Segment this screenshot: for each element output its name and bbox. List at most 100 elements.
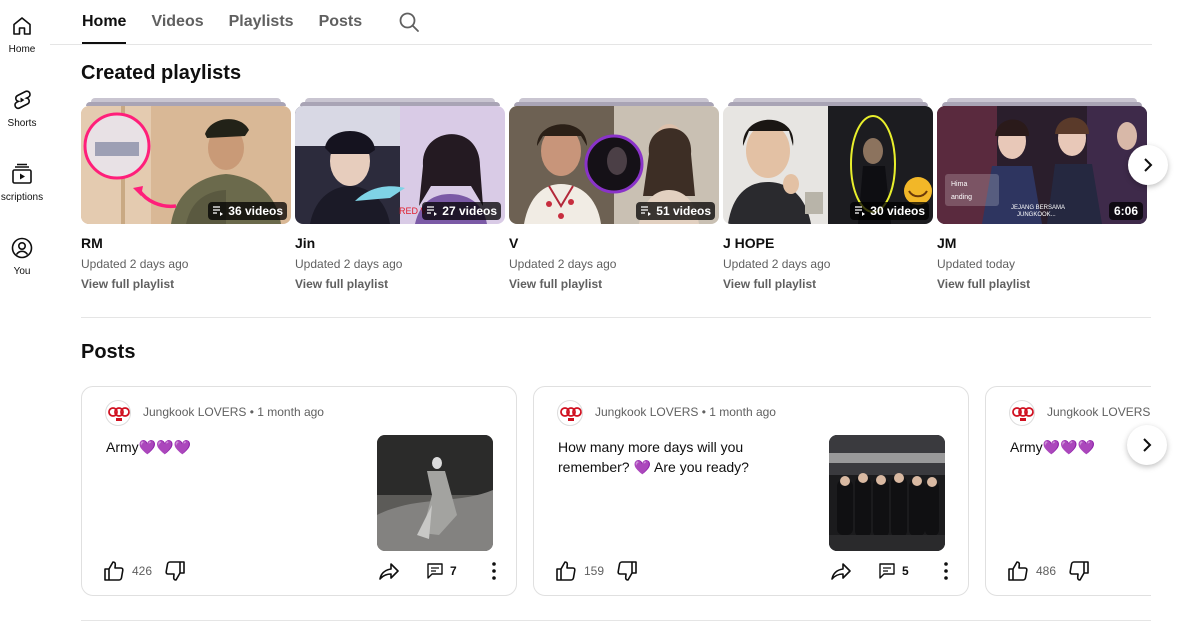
view-full-playlist-link[interactable]: View full playlist bbox=[937, 277, 1030, 291]
section-divider bbox=[81, 317, 1151, 318]
comments-button[interactable]: 7 bbox=[426, 562, 457, 580]
comments-button[interactable]: 5 bbox=[878, 562, 909, 580]
playlist-icon bbox=[641, 206, 652, 216]
badge-text: 36 videos bbox=[228, 204, 283, 218]
playlist-icon bbox=[855, 206, 866, 216]
created-playlists-title: Created playlists bbox=[81, 62, 242, 84]
video-count-badge: 30 videos bbox=[850, 202, 929, 220]
section-divider bbox=[81, 620, 1151, 621]
view-full-playlist-link[interactable]: View full playlist bbox=[295, 277, 388, 291]
sidebar-item-subscriptions[interactable]: scriptions bbox=[0, 148, 52, 208]
svg-text:Hima: Hima bbox=[951, 181, 967, 188]
search-icon[interactable] bbox=[397, 10, 421, 34]
post-actions: 159 5 bbox=[554, 559, 948, 583]
playlist-thumbnail[interactable]: RED V 27 videos bbox=[295, 106, 505, 224]
posts-next-button[interactable] bbox=[1127, 425, 1167, 465]
playlist-icon bbox=[427, 206, 438, 216]
duration-badge: 6:06 bbox=[1108, 202, 1143, 220]
home-icon bbox=[13, 17, 31, 35]
badge-text: 27 videos bbox=[442, 204, 497, 218]
shorts-icon bbox=[14, 90, 31, 110]
playlist-title[interactable]: Jin bbox=[295, 235, 315, 251]
sidebar-item-shorts[interactable]: Shorts bbox=[0, 74, 52, 134]
more-actions-button[interactable] bbox=[934, 559, 958, 583]
post-card[interactable]: Jungkook LOVERS • 1 month ago Army💜💜💜 42… bbox=[81, 386, 517, 596]
dislike-button[interactable] bbox=[163, 559, 187, 583]
like-count: 159 bbox=[584, 564, 605, 578]
sidebar-item-label: Home bbox=[8, 44, 36, 55]
share-icon bbox=[831, 563, 851, 580]
like-count: 486 bbox=[1036, 564, 1057, 578]
chevron-right-icon bbox=[1144, 158, 1153, 172]
post-author[interactable]: Jungkook LOVERS • 1 month ago bbox=[595, 405, 776, 419]
video-count-badge: 51 videos bbox=[636, 202, 715, 220]
sidebar-item-home[interactable]: Home bbox=[0, 0, 52, 60]
share-button[interactable] bbox=[829, 559, 853, 583]
channel-avatar[interactable] bbox=[105, 400, 131, 426]
post-text: How many more days will you remember? 💜 … bbox=[558, 439, 749, 475]
tab-home[interactable]: Home bbox=[82, 0, 127, 44]
sidebar-item-label: scriptions bbox=[0, 192, 44, 203]
post-image[interactable] bbox=[829, 435, 945, 551]
like-button[interactable]: 159 bbox=[554, 559, 604, 583]
playlist-thumbnail[interactable]: 30 videos bbox=[723, 106, 933, 224]
view-full-playlist-link[interactable]: View full playlist bbox=[81, 277, 174, 291]
sidebar-item-label: Shorts bbox=[7, 118, 37, 129]
playlists-next-button[interactable] bbox=[1128, 145, 1168, 185]
share-button[interactable] bbox=[377, 559, 401, 583]
more-vert-icon bbox=[944, 562, 948, 580]
playlist-title[interactable]: RM bbox=[81, 235, 103, 251]
tab-videos[interactable]: Videos bbox=[151, 0, 203, 44]
comment-icon bbox=[427, 563, 443, 579]
more-vert-icon bbox=[492, 562, 496, 580]
post-image[interactable] bbox=[377, 435, 493, 551]
post-card[interactable]: Jungkook LOVERS • Army💜💜💜 486 bbox=[985, 386, 1151, 596]
dislike-button[interactable] bbox=[1067, 559, 1091, 583]
svg-text:anding: anding bbox=[951, 194, 972, 201]
thumbs-down-icon bbox=[1069, 561, 1089, 581]
view-full-playlist-link[interactable]: View full playlist bbox=[723, 277, 816, 291]
sidebar-item-you[interactable]: You bbox=[0, 222, 52, 282]
tab-playlists[interactable]: Playlists bbox=[229, 0, 294, 44]
playlist-thumbnail[interactable]: Hima anding JEJANG BERSAMA JUNGKOOK... 6… bbox=[937, 106, 1147, 224]
post-author[interactable]: Jungkook LOVERS • bbox=[1047, 405, 1151, 419]
playlist-thumbnail[interactable]: 36 videos bbox=[81, 106, 291, 224]
playlist-title[interactable]: J HOPE bbox=[723, 235, 774, 251]
playlist-updated: Updated 2 days ago bbox=[723, 257, 831, 271]
share-icon bbox=[379, 563, 399, 580]
view-full-playlist-link[interactable]: View full playlist bbox=[509, 277, 602, 291]
like-button[interactable]: 426 bbox=[102, 559, 152, 583]
channel-tabs: Home Videos Playlists Posts bbox=[82, 0, 421, 44]
playlist-title[interactable]: JM bbox=[937, 235, 956, 251]
like-button[interactable]: 486 bbox=[1006, 559, 1056, 583]
playlist-thumbnail[interactable]: 51 videos bbox=[509, 106, 719, 224]
tab-posts[interactable]: Posts bbox=[319, 0, 363, 44]
post-text: Army💜💜💜 bbox=[106, 439, 191, 455]
posts-shelf: Jungkook LOVERS • 1 month ago Army💜💜💜 42… bbox=[81, 386, 1151, 596]
playlist-updated: Updated 2 days ago bbox=[295, 257, 403, 271]
post-card[interactable]: Jungkook LOVERS • 1 month ago How many m… bbox=[533, 386, 969, 596]
chevron-right-icon bbox=[1143, 438, 1152, 452]
like-count: 426 bbox=[132, 564, 153, 578]
posts-title: Posts bbox=[81, 341, 136, 363]
you-icon bbox=[11, 237, 33, 259]
sidebar-item-label: You bbox=[13, 266, 31, 277]
subscriptions-icon bbox=[12, 163, 32, 184]
more-actions-button[interactable] bbox=[482, 559, 506, 583]
thumbs-up-icon bbox=[104, 561, 124, 581]
video-count-badge: 36 videos bbox=[208, 202, 287, 220]
dislike-button[interactable] bbox=[615, 559, 639, 583]
svg-text:JEJANG BERSAMA: JEJANG BERSAMA bbox=[1011, 205, 1065, 211]
comment-icon bbox=[879, 563, 895, 579]
channel-avatar[interactable] bbox=[557, 400, 583, 426]
playlist-title[interactable]: V bbox=[509, 235, 518, 251]
thumbs-down-icon bbox=[617, 561, 637, 581]
playlist-updated: Updated 2 days ago bbox=[509, 257, 617, 271]
badge-text: 51 videos bbox=[656, 204, 711, 218]
channel-avatar[interactable] bbox=[1009, 400, 1035, 426]
left-rail: Home Shorts scriptions You bbox=[0, 0, 50, 625]
badge-text: 30 videos bbox=[870, 204, 925, 218]
video-count-badge: 27 videos bbox=[422, 202, 501, 220]
comment-count: 5 bbox=[902, 564, 909, 578]
post-author[interactable]: Jungkook LOVERS • 1 month ago bbox=[143, 405, 324, 419]
